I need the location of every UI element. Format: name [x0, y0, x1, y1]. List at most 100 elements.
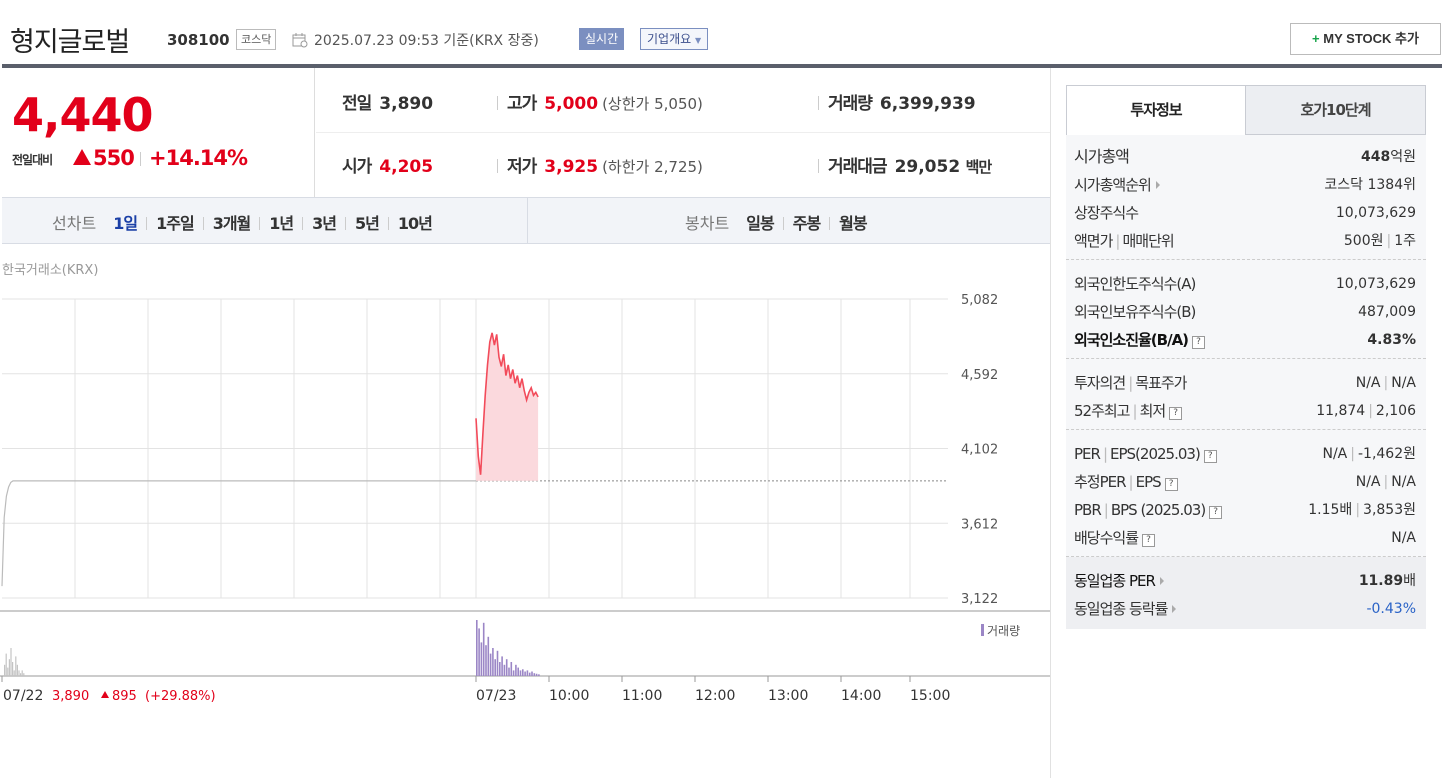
help-icon[interactable]: ? — [1164, 478, 1178, 491]
tab-line-period-2[interactable]: 3개월 — [213, 214, 252, 233]
prev-day-line — [1, 480, 476, 587]
divider — [345, 217, 346, 230]
company-info-dropdown[interactable]: 기업개요 ▼ — [640, 28, 709, 50]
help-icon[interactable]: ? — [1142, 534, 1156, 547]
volume-bar — [487, 636, 490, 676]
volume-bar — [522, 669, 524, 676]
info-row-par-value: 액면가 | 매매단위 500원 | 1주 — [1074, 232, 1416, 250]
chevron-right-icon — [1172, 605, 1177, 613]
my-stock-add-button[interactable]: + MY STOCK 추가 — [1290, 23, 1441, 55]
tab-candle-period-0[interactable]: 일봉 — [746, 214, 774, 233]
up-triangle-icon — [73, 149, 91, 165]
price-area-fill — [476, 332, 539, 481]
help-icon[interactable]: ? — [1203, 450, 1217, 463]
volume-legend-label: 거래량 — [987, 624, 1020, 638]
volume-bar — [476, 620, 478, 676]
divider — [259, 217, 261, 230]
stock-code: 308100 — [167, 31, 230, 49]
prev-volume-bar — [18, 670, 20, 676]
intraday-price-chart[interactable]: 한국거래소(KRX) 5,082 4,592 4,102 3,612 3,122 거래량 07… — [0, 250, 1050, 730]
divider — [782, 217, 784, 230]
tab-line-period-3[interactable]: 1년 — [269, 214, 294, 233]
y-tick-label: 3,612 — [961, 517, 998, 532]
volume-bar — [535, 673, 538, 676]
prev-volume-bar — [20, 673, 22, 676]
x-tick-label: 07/22 — [3, 688, 43, 704]
help-icon[interactable]: ? — [1209, 506, 1223, 519]
foreign-section: 외국인한도주식수(A) 10,073,629 외국인보유주식수(B) 487,009… — [1066, 260, 1426, 359]
x-tick-label: 11:00 — [622, 688, 662, 704]
info-row-industry-per[interactable]: 동일업종 PER 11.89배 — [1074, 567, 1416, 595]
line-chart-tabs: 선차트 1일 1주일 3개월 1년 3년 5년 10년 — [52, 210, 433, 234]
prev-volume-bar — [21, 670, 23, 676]
volume-bar — [524, 671, 526, 676]
volume-bar — [492, 648, 494, 676]
opinion-section: 투자의견 | 목표주가 N/A | N/A 52주최고 | 최저? 11,874 | 2,106 — [1066, 359, 1426, 430]
divider — [302, 217, 304, 230]
info-row-foreign-holding: 외국인보유주식수(B) 487,009 — [1074, 303, 1416, 321]
stat-open: 시가 4,205 — [342, 157, 434, 177]
volume-bar — [503, 664, 506, 676]
volume-bar — [515, 664, 517, 676]
tab-line-period-4[interactable]: 3년 — [312, 214, 337, 233]
prev-day-close: 3,890 — [52, 689, 89, 704]
panel-divider — [1050, 68, 1051, 778]
info-row-listed-shares: 상장주식수 10,073,629 — [1074, 204, 1416, 222]
chevron-down-icon: ▼ — [695, 36, 702, 45]
stat-amount: 거래대금 29,052 백만 — [818, 152, 992, 177]
price-summary: 4,440 전일대비 550 +14.14% — [2, 68, 315, 197]
tab-order-book[interactable]: 호가10단계 — [1245, 85, 1426, 135]
info-row-52week: 52주최고 | 최저? 11,874 | 2,106 — [1074, 402, 1416, 420]
tab-line-period-1[interactable]: 1주일 — [156, 214, 195, 233]
realtime-button[interactable]: 실시간 — [579, 28, 625, 50]
plus-icon: + — [1312, 31, 1320, 46]
volume-bar — [501, 656, 503, 676]
chevron-right-icon — [1155, 181, 1160, 189]
y-tick-label: 3,122 — [961, 592, 998, 607]
tab-candle-period-1[interactable]: 주봉 — [793, 214, 821, 233]
prev-volume-bar — [23, 673, 25, 676]
chart-period-tabs: 선차트 1일 1주일 3개월 1년 3년 5년 10년 봉차트 일봉 주봉 월봉 — [2, 197, 1050, 244]
tab-candle-period-2[interactable]: 월봉 — [839, 214, 867, 233]
tab-line-period-5[interactable]: 5년 — [355, 214, 380, 233]
help-icon[interactable]: ? — [1169, 407, 1183, 420]
y-tick-label: 4,102 — [961, 443, 998, 458]
prev-volume-bar — [5, 653, 7, 676]
info-row-pbr: PBR | BPS (2025.03)? 1.15배 | 3,853원 — [1074, 501, 1416, 519]
info-row-market-cap-rank[interactable]: 시가총액순위 코스닥 1384위 — [1074, 171, 1416, 199]
quote-datetime: 2025.07.23 09:53 기준(KRX 장중) — [314, 33, 539, 49]
divider — [527, 198, 528, 243]
help-icon[interactable]: ? — [1192, 336, 1206, 349]
prev-volume-bar — [15, 656, 17, 676]
price-change: 550 — [93, 146, 135, 170]
volume-bar — [531, 671, 533, 676]
prev-volume-bar — [13, 670, 15, 676]
tab-line-period-6[interactable]: 10년 — [398, 214, 433, 233]
tab-line-period-0[interactable]: 1일 — [113, 214, 138, 233]
volume-bar — [489, 653, 492, 676]
info-table: 시가총액 448억원 시가총액순위 코스닥 1384위 상장주식수 10,073,62… — [1066, 135, 1426, 629]
market-cap-section: 시가총액 448억원 시가총액순위 코스닥 1384위 상장주식수 10,073,62… — [1066, 135, 1426, 260]
tab-investment-info[interactable]: 투자정보 — [1066, 85, 1246, 135]
volume-bar — [480, 642, 483, 676]
info-row-industry-change[interactable]: 동일업종 등락률 -0.43% — [1074, 595, 1416, 623]
y-tick-label: 5,082 — [961, 293, 998, 308]
x-tick-label: 12:00 — [695, 688, 735, 704]
volume-bar — [510, 662, 513, 676]
prev-volume-bar — [16, 664, 18, 676]
volume-bar — [496, 650, 499, 676]
y-tick-label: 4,592 — [961, 368, 998, 383]
volume-bar — [485, 645, 487, 676]
volume-bar — [517, 667, 519, 676]
x-tick-label: 14:00 — [841, 688, 881, 704]
info-row-market-cap: 시가총액 448억원 — [1074, 147, 1416, 166]
volume-bar — [499, 662, 501, 676]
divider — [202, 217, 204, 230]
info-tabs: 투자정보 호가10단계 — [1066, 85, 1426, 135]
x-tick-label: 15:00 — [910, 688, 950, 704]
x-tick-label: 13:00 — [768, 688, 808, 704]
prev-volume-bar — [7, 667, 9, 676]
volume-bar — [482, 622, 485, 676]
prev-day-change: 895 — [112, 689, 137, 704]
x-tick-label: 10:00 — [549, 688, 589, 704]
